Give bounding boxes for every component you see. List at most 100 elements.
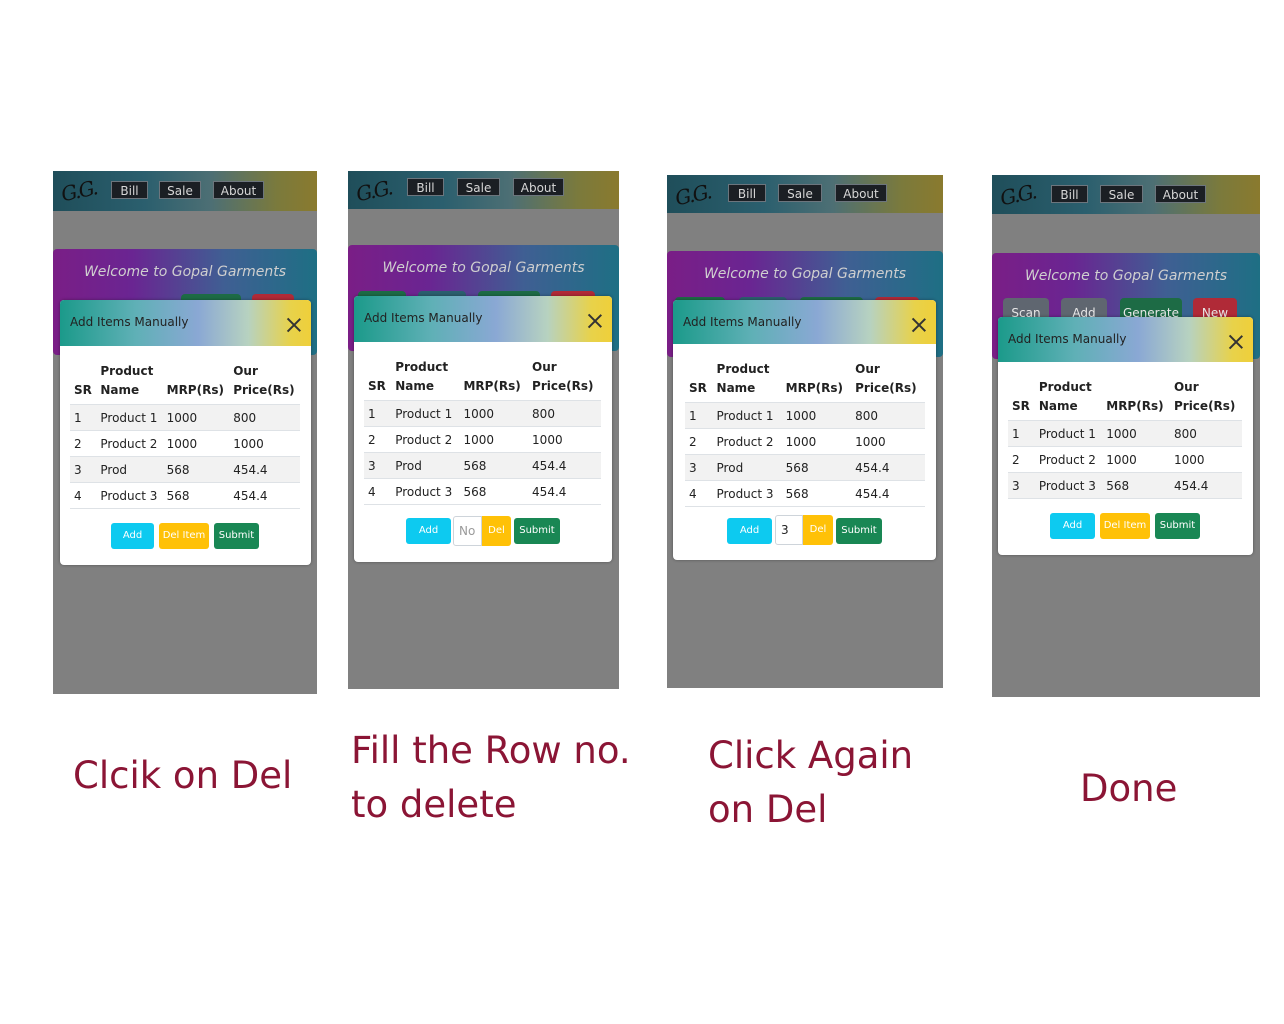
step2-caption-line1: Fill the Row no. [351,729,631,772]
modal-header: Add Items Manually [354,296,612,342]
brand-logo[interactable]: G.G. [672,178,712,212]
step2-caption-line2: to delete [351,783,517,826]
step3-screenshot: G.G. Bill Sale About Welcome to Gopal Ga… [667,175,943,688]
modal-header: Add Items Manually [673,300,936,344]
table-row: 2 Product 2 1000 1000 [685,428,925,455]
step1-screenshot: G.G. Bill Sale About Welcome to Gopal Ga… [53,171,317,694]
col-our-price: Our Price(Rs) [233,364,295,397]
col-sr: SR [74,383,92,397]
col-sr: SR [689,381,707,395]
modal-header: Add Items Manually [998,317,1253,362]
table-header-row: SR Product Name MRP(Rs) Our Price(Rs) [685,360,925,403]
modal-title: Add Items Manually [1008,332,1127,346]
close-icon[interactable] [1229,335,1243,349]
table-row: 4 Product 3 568 454.4 [685,480,925,507]
table-row: 2 Product 2 1000 1000 [364,426,601,453]
table-row: 1 Product 1 1000 800 [1008,420,1242,447]
step3-caption: Click Again on Del [708,729,913,837]
step2-screenshot: G.G. Bill Sale About Welcome to Gopal Ga… [348,171,619,689]
table-row: 3 Product 3 568 454.4 [1008,472,1242,499]
nav-about-button[interactable]: About [1155,185,1206,203]
col-mrp: MRP(Rs) [1106,399,1164,413]
modal-title: Add Items Manually [364,311,483,325]
col-mrp: MRP(Rs) [166,383,224,397]
table-row: 1 Product 1 1000 800 [685,402,925,429]
submit-button[interactable]: Submit [1155,513,1200,539]
col-product-name: Product Name [100,364,154,397]
add-items-modal: Add Items Manually SR Product Name MRP(Rs… [673,300,936,560]
col-our-price: Our Price(Rs) [532,360,594,393]
brand-logo[interactable]: G.G. [997,178,1037,212]
navbar: G.G. Bill Sale About [348,171,619,209]
nav-sale-button[interactable]: Sale [1100,185,1143,203]
col-our-price: Our Price(Rs) [1173,380,1236,413]
table-row: 2 Product 2 1000 1000 [1008,446,1242,473]
col-sr: SR [1012,399,1030,413]
table-row: 2 Product 2 1000 1000 [70,430,300,457]
row-number-input[interactable]: 3 [775,515,803,545]
step4-caption: Done [1080,767,1178,810]
items-table: SR Product Name MRP(Rs) Our Price(Rs) 1 Pro… [1008,378,1242,499]
nav-bill-button[interactable]: Bill [407,178,444,196]
del-button[interactable]: Del [803,515,833,545]
table-row: 4 Product 3 568 454.4 [70,482,300,509]
step4-screenshot: G.G. Bill Sale About Welcome to Gopal Ga… [992,175,1260,697]
col-sr: SR [368,379,386,393]
brand-logo[interactable]: G.G. [353,174,393,208]
step3-caption-line2: on Del [708,788,828,831]
step3-caption-line1: Click Again [708,734,914,777]
table-header-row: SR Product Name MRP(Rs) Our Price(Rs) [364,358,601,401]
modal-header: Add Items Manually [60,300,311,346]
step1-caption: Clcik on Del [73,754,293,797]
submit-button[interactable]: Submit [514,518,560,544]
nav-about-button[interactable]: About [835,184,887,202]
table-row: 3 Prod 568 454.4 [685,454,925,481]
navbar: G.G. Bill Sale About [667,175,943,213]
add-items-modal: Add Items Manually SR Product Name MRP(Rs… [354,296,612,562]
col-our-price: Our Price(Rs) [855,362,917,395]
col-mrp: MRP(Rs) [785,381,843,395]
navbar: G.G. Bill Sale About [53,171,317,211]
nav-about-button[interactable]: About [513,178,564,196]
modal-title: Add Items Manually [70,315,189,329]
table-header-row: SR Product Name MRP(Rs) Our Price(Rs) [1008,378,1242,421]
add-items-modal: Add Items Manually SR Product Name MRP(Rs… [998,317,1253,555]
nav-bill-button[interactable]: Bill [1051,185,1088,203]
welcome-text: Welcome to Gopal Garments [382,260,585,276]
add-item-button[interactable]: Add Item [727,518,772,560]
col-product-name: Product Name [395,360,449,393]
del-item-button[interactable]: Del Item [159,523,209,549]
nav-bill-button[interactable]: Bill [728,184,766,202]
step2-caption: Fill the Row no. to delete [351,724,631,832]
row-number-input[interactable]: No [453,516,482,546]
table-header-row: SR Product Name MRP(Rs) Our Price(Rs) [70,362,300,405]
modal-title: Add Items Manually [683,315,802,329]
nav-bill-button[interactable]: Bill [111,181,148,199]
del-item-button[interactable]: Del Item [1100,513,1150,539]
nav-sale-button[interactable]: Sale [457,178,500,196]
nav-sale-button[interactable]: Sale [778,184,822,202]
welcome-text: Welcome to Gopal Garments [1024,268,1228,284]
table-row: 1 Product 1 1000 800 [70,404,300,431]
items-table: SR Product Name MRP(Rs) Our Price(Rs) 1 Pro… [70,362,300,509]
nav-sale-button[interactable]: Sale [159,181,201,199]
table-row: 3 Prod 568 454.4 [70,456,300,483]
table-row: 4 Product 3 568 454.4 [364,478,601,505]
add-items-modal: Add Items Manually SR Product Name MRP(Rs… [60,300,311,565]
del-button[interactable]: Del [482,516,511,546]
submit-button[interactable]: Submit [214,523,259,549]
close-icon[interactable] [287,318,301,332]
navbar: G.G. Bill Sale About [992,175,1260,214]
close-icon[interactable] [912,318,926,332]
close-icon[interactable] [588,314,602,328]
add-item-button[interactable]: Add Item [406,518,451,562]
add-item-button[interactable]: Add Item [111,523,154,565]
brand-logo[interactable]: G.G. [58,174,98,208]
nav-about-button[interactable]: About [213,181,264,199]
table-row: 3 Prod 568 454.4 [364,452,601,479]
col-product-name: Product Name [716,362,770,395]
col-product-name: Product Name [1038,380,1092,413]
submit-button[interactable]: Submit [836,518,882,544]
add-item-button[interactable]: Add Item [1050,513,1095,555]
welcome-text: Welcome to Gopal Garments [83,264,287,280]
